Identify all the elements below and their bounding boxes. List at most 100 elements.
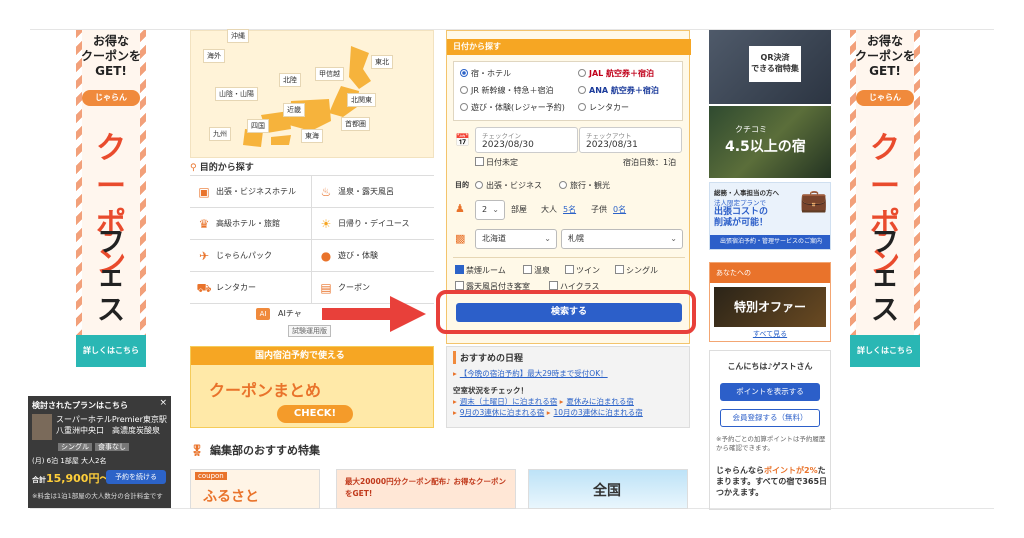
banner-head: お得な クーポンを GET!: [80, 34, 141, 78]
date-undecided-checkbox[interactable]: 日付未定: [475, 157, 518, 168]
thumb-furusato-text: ふるさと: [203, 489, 259, 505]
coupon-fes-banner-right[interactable]: お得な クーポンを GET! じゃらん クーポン フェス 詳しくはこちら: [850, 30, 920, 367]
qr-payment-banner[interactable]: QR決済 できる宿特集: [709, 30, 831, 104]
radio-rentacar[interactable]: レンタカー: [578, 102, 629, 113]
coupon-matome-banner[interactable]: 国内宿泊予約で使える クーポンまとめ CHECK!: [190, 346, 434, 428]
purpose-business-hotel[interactable]: ▣ 出張・ビジネスホテル: [190, 176, 312, 208]
checkbox-box: [523, 265, 532, 274]
purpose-luxury[interactable]: ♛ 高級ホテル・旅館: [190, 208, 312, 240]
weekend-link[interactable]: 週末（土曜日）に泊まれる宿: [460, 397, 558, 406]
adults-link[interactable]: 5名: [563, 204, 576, 215]
coupon-fes-banner-left[interactable]: お得な クーポンを GET! じゃらん クーポン フェス 詳しくはこちら: [76, 30, 146, 367]
banner-head: お得な クーポンを GET!: [854, 34, 915, 78]
map-region-tohoku[interactable]: 東北: [371, 55, 393, 69]
radio-label: 宿・ホテル: [471, 69, 511, 78]
search-icon: ⚲: [190, 163, 197, 173]
nights-count: 宿泊日数：1泊: [623, 158, 677, 167]
radio-label: 旅行・観光: [570, 181, 610, 190]
form-divider: [453, 257, 685, 258]
city-select[interactable]: 札幌 ⌄: [561, 229, 683, 249]
prefecture-select[interactable]: 北海道 ⌄: [475, 229, 557, 249]
map-region-kinki[interactable]: 近畿: [283, 103, 305, 117]
region-map: 沖縄 海外 東北 甲信越 北陸 山陰・山陽 北関東 近畿 九州 四国 東海 首都…: [190, 29, 434, 158]
register-button[interactable]: 会員登録する（無料）: [720, 409, 820, 427]
purpose-label: じゃらんパック: [216, 251, 272, 260]
oct-holiday-link[interactable]: 10月の3連休に泊まれる宿: [553, 408, 642, 417]
recommend-row: ▸ 週末（土曜日）に泊まれる宿 ▸ 夏休みに泊まれる宿: [453, 396, 683, 407]
close-icon[interactable]: ×: [159, 398, 167, 408]
checkbox-box: [455, 281, 464, 290]
radio-dot: [460, 86, 468, 94]
offer-see-all-link[interactable]: すべて見る: [753, 330, 787, 338]
map-region-hokuriku[interactable]: 北陸: [279, 73, 301, 87]
map-region-tokai[interactable]: 東海: [301, 129, 323, 143]
popup-price-value: 15,900円〜: [46, 472, 111, 485]
map-region-shutoken[interactable]: 首都圏: [341, 117, 370, 131]
checkin-field[interactable]: チェックイン 2023/08/30: [475, 127, 578, 153]
feature-thumb-coupon[interactable]: 最大20000円分クーポン配布♪ お得なクーポンをGET!: [336, 469, 516, 509]
radio-ana[interactable]: ANA 航空券＋宿泊: [578, 85, 659, 96]
promo-1: じゃらんなら: [716, 466, 764, 475]
sun-icon: ☀: [320, 217, 332, 231]
map-region-overseas[interactable]: 海外: [203, 49, 225, 63]
map-region-shikoku[interactable]: 四国: [247, 119, 269, 133]
hotel-thumbnail: [32, 414, 52, 440]
points-promo: じゃらんならポイントが2%たまります。すべての宿で365日つかえます。: [716, 465, 828, 498]
radio-label: JR 新幹線・特急＋宿泊: [471, 86, 554, 95]
checkout-field[interactable]: チェックアウト 2023/08/31: [579, 127, 682, 153]
greeting: こんにちは♪ゲストさん: [727, 362, 813, 371]
map-region-kitakanto[interactable]: 北関東: [347, 93, 376, 107]
purpose-dayuse[interactable]: ☀ 日帰り・デイユース: [312, 208, 434, 240]
business-banner[interactable]: 総務・人事担当の方へ 法人限定プランで 出張コストの 削減が可能！ 💼 出張宿泊…: [709, 182, 831, 250]
feature-thumb-zenkoku[interactable]: 全国: [528, 469, 688, 509]
feature-thumb-furusato[interactable]: coupon ふるさと: [190, 469, 320, 509]
chevron-down-icon: ⌄: [670, 234, 677, 243]
continue-booking-button[interactable]: 予約を続ける: [106, 470, 166, 484]
radio-jal[interactable]: JAL 航空券＋宿泊: [578, 68, 654, 79]
kuchikomi-banner[interactable]: クチコミ 4.5以上の宿: [709, 106, 831, 178]
map-region-kyushu[interactable]: 九州: [209, 127, 231, 141]
radio-jr[interactable]: JR 新幹線・特急＋宿泊: [460, 85, 553, 96]
check-single[interactable]: シングル: [615, 265, 658, 276]
purpose-activities[interactable]: ● 遊び・体験: [312, 240, 434, 272]
map-region-sanin-sanyo[interactable]: 山陰・山陽: [215, 87, 258, 101]
recent-plan-popup[interactable]: 検討されたプランはこちら × スーパーホテルPremier東京駅八重洲中央口 高…: [28, 396, 171, 508]
show-points-button[interactable]: ポイントを表示する: [720, 383, 820, 401]
recommend-avail: 空室状況をチェック！: [453, 386, 528, 395]
recommend-tonight[interactable]: ▸ 【今晩の宿泊予約】最大29時まで受付OK！: [453, 368, 683, 379]
radio-leisure[interactable]: 旅行・観光: [559, 180, 610, 191]
map-region-okinawa[interactable]: 沖縄: [227, 29, 249, 43]
rooms-select[interactable]: 2 ⌄: [475, 200, 505, 220]
purpose-rentacar[interactable]: ⛟ レンタカー: [190, 272, 312, 304]
purpose-onsen[interactable]: ♨ 温泉・露天風呂: [312, 176, 434, 208]
purpose-title-text: 目的から探す: [199, 163, 254, 173]
special-offer-banner[interactable]: 特別オファー: [714, 287, 826, 327]
children-link[interactable]: 0名: [613, 204, 626, 215]
sept-holiday-link[interactable]: 9月の3連休に泊まれる宿: [460, 408, 545, 417]
building-icon: ▩: [455, 232, 466, 245]
child-label: 子供: [591, 205, 607, 214]
qr-banner-text: QR決済 できる宿特集: [749, 46, 801, 82]
check-nonsmoking[interactable]: 禁煙ルーム: [455, 265, 506, 276]
radio-activity[interactable]: 遊び・体験(レジャー予約): [460, 102, 565, 113]
balloon-icon: ●: [320, 249, 332, 263]
purpose-label: 目的: [455, 181, 469, 189]
map-region-koshinetsu[interactable]: 甲信越: [315, 67, 344, 81]
summer-link[interactable]: 夏休みに泊まれる宿: [566, 397, 634, 406]
popup-note: ※料金は1泊1部屋の大人数分の合計料金です: [32, 492, 163, 500]
arrow-right-icon: ▸: [453, 397, 457, 406]
ai-chat-label: AIチャ: [278, 309, 302, 318]
purpose-jalan-pack[interactable]: ✈ じゃらんパック: [190, 240, 312, 272]
offer-see-all[interactable]: すべて見る: [710, 329, 830, 339]
check-onsen[interactable]: 温泉: [523, 265, 550, 276]
check-twin[interactable]: ツイン: [565, 265, 600, 276]
coupon-matome-title: クーポンまとめ: [209, 381, 322, 400]
radio-business[interactable]: 出張・ビジネス: [475, 180, 542, 191]
recommend-tonight-link[interactable]: 【今晩の宿泊予約】最大29時まで受付OK！: [460, 369, 608, 378]
form-header: 日付から探す: [447, 39, 691, 55]
radio-hotel[interactable]: 宿・ホテル: [460, 68, 511, 79]
radio-dot: [460, 103, 468, 111]
biz-line-b: 法人限定プランで: [714, 199, 766, 207]
checkout-value: 2023/08/31: [586, 140, 638, 150]
purpose-label: 出張・ビジネスホテル: [216, 187, 296, 196]
